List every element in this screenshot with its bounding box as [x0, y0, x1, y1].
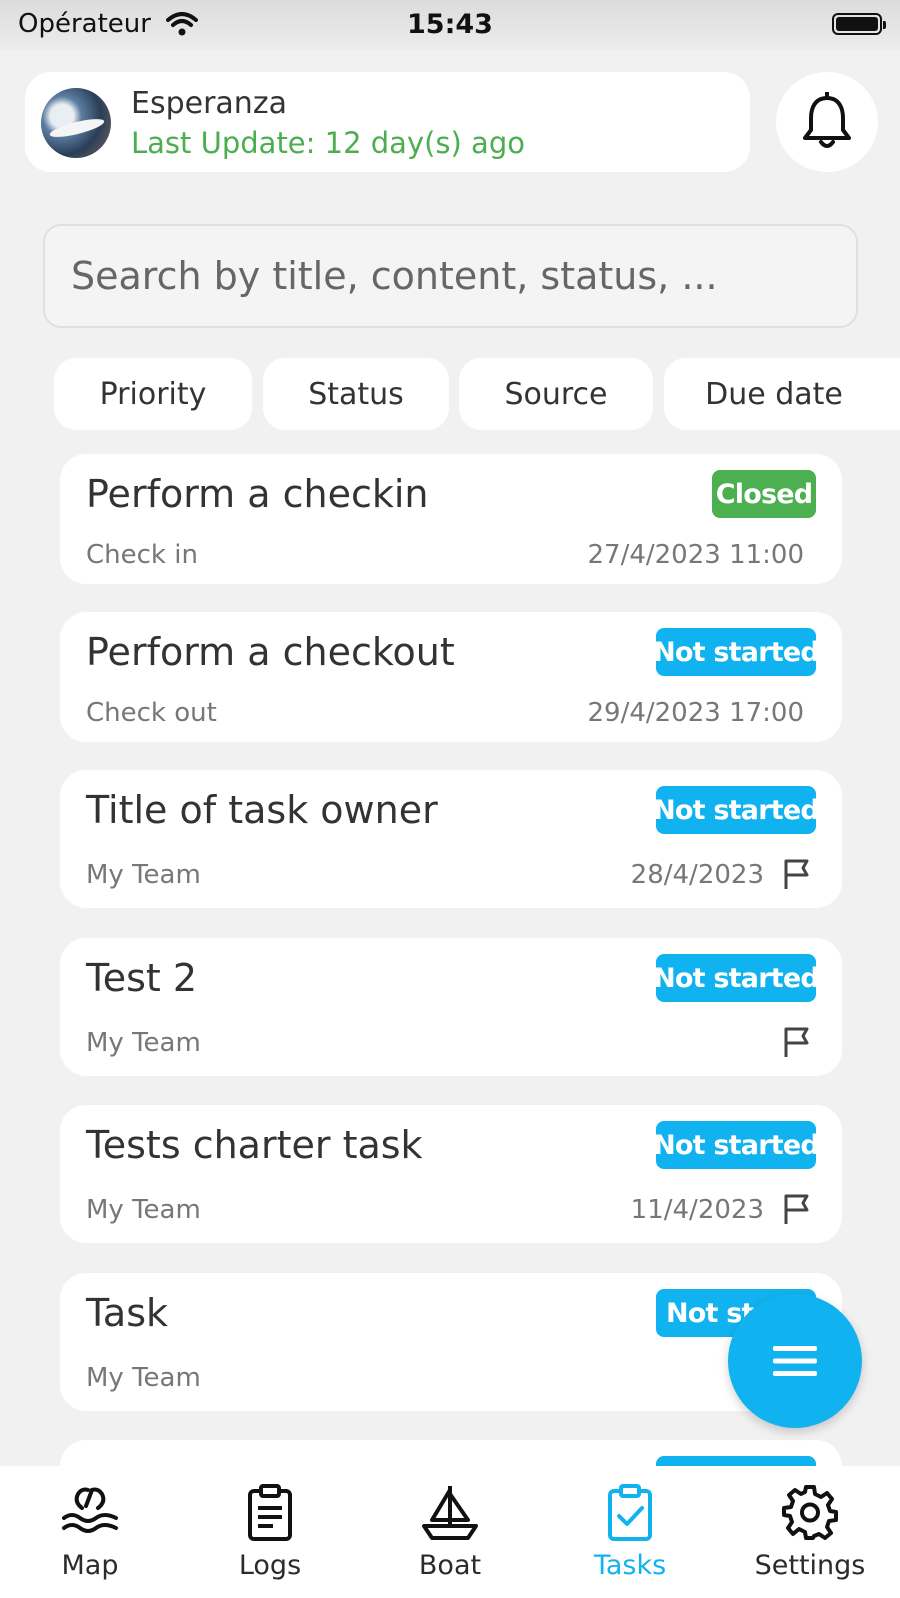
status-badge: Not started [653, 628, 820, 676]
flag-icon [784, 859, 809, 889]
task-subtitle: My Team [86, 1028, 201, 1058]
tab-settings[interactable]: Settings [720, 1466, 900, 1598]
tab-label: Map [61, 1550, 119, 1581]
boat-name: Esperanza [131, 86, 287, 121]
logs-icon [248, 1484, 292, 1541]
tab-label: Tasks [593, 1550, 667, 1581]
tab-logs[interactable]: Logs [180, 1466, 360, 1598]
status-bar: Opérateur 15:43 [0, 0, 900, 50]
task-title: Tests charter task [86, 1123, 423, 1167]
tab-tasks[interactable]: Tasks [540, 1466, 720, 1598]
boat-icon [422, 1486, 478, 1540]
task-subtitle: My Team [86, 1363, 201, 1393]
tab-label: Logs [238, 1550, 302, 1581]
task-card[interactable]: Test 2 Not started My Team [60, 938, 842, 1076]
task-subtitle: Check out [86, 698, 217, 728]
task-card[interactable]: Tests charter task Not started My Team 1… [60, 1105, 842, 1243]
task-date: 11/4/2023 [630, 1195, 764, 1225]
notifications-button[interactable] [776, 72, 878, 172]
task-title: Task [86, 1291, 169, 1335]
boat-header[interactable]: Esperanza Last Update: 12 day(s) ago [25, 72, 750, 172]
task-subtitle: Check in [86, 540, 198, 570]
filter-due-date[interactable]: Due date [664, 358, 900, 430]
map-icon [62, 1487, 118, 1533]
filter-chips: Priority Status Source Due date [0, 358, 900, 430]
task-title: Perform a checkin [86, 472, 429, 516]
battery-icon [832, 13, 886, 35]
status-badge: Not started [653, 954, 820, 1002]
tab-label: Boat [418, 1550, 482, 1581]
task-card[interactable]: Perform a checkin Closed Check in 27/4/2… [60, 454, 842, 584]
task-subtitle: My Team [86, 860, 201, 890]
bottom-tab-bar: Map Logs Boat Tasks Settings [0, 1466, 900, 1598]
filter-status[interactable]: Status [263, 358, 449, 430]
task-title: Title of task owner [86, 788, 438, 832]
status-badge: Closed [712, 470, 816, 518]
status-badge: Not started [653, 786, 820, 834]
tab-label: Settings [754, 1550, 866, 1581]
task-card[interactable]: Perform a checkout Not started Check out… [60, 612, 842, 742]
task-date: 28/4/2023 [630, 860, 764, 890]
task-date: 27/4/2023 11:00 [587, 540, 804, 570]
clock: 15:43 [407, 9, 493, 40]
task-date: 29/4/2023 17:00 [587, 698, 804, 728]
filter-priority[interactable]: Priority [54, 358, 252, 430]
flag-icon [784, 1194, 809, 1224]
task-subtitle: My Team [86, 1195, 201, 1225]
tasks-icon [608, 1484, 652, 1541]
flag-icon [784, 1027, 809, 1057]
status-badge: Not started [653, 1121, 820, 1169]
task-title: Test 2 [86, 956, 198, 1000]
search-input[interactable] [43, 224, 858, 328]
menu-icon [773, 1346, 817, 1376]
filter-source[interactable]: Source [459, 358, 653, 430]
tab-map[interactable]: Map [0, 1466, 180, 1598]
tab-boat[interactable]: Boat [360, 1466, 540, 1598]
task-card[interactable]: Title of task owner Not started My Team … [60, 770, 842, 908]
last-update-text: Last Update: 12 day(s) ago [131, 126, 525, 160]
boat-avatar [41, 88, 111, 158]
settings-icon [782, 1485, 838, 1540]
menu-fab-button[interactable] [728, 1294, 862, 1428]
task-card[interactable]: Task Not st My Team [60, 1273, 842, 1411]
bell-icon [803, 92, 851, 148]
task-title: Perform a checkout [86, 630, 455, 674]
